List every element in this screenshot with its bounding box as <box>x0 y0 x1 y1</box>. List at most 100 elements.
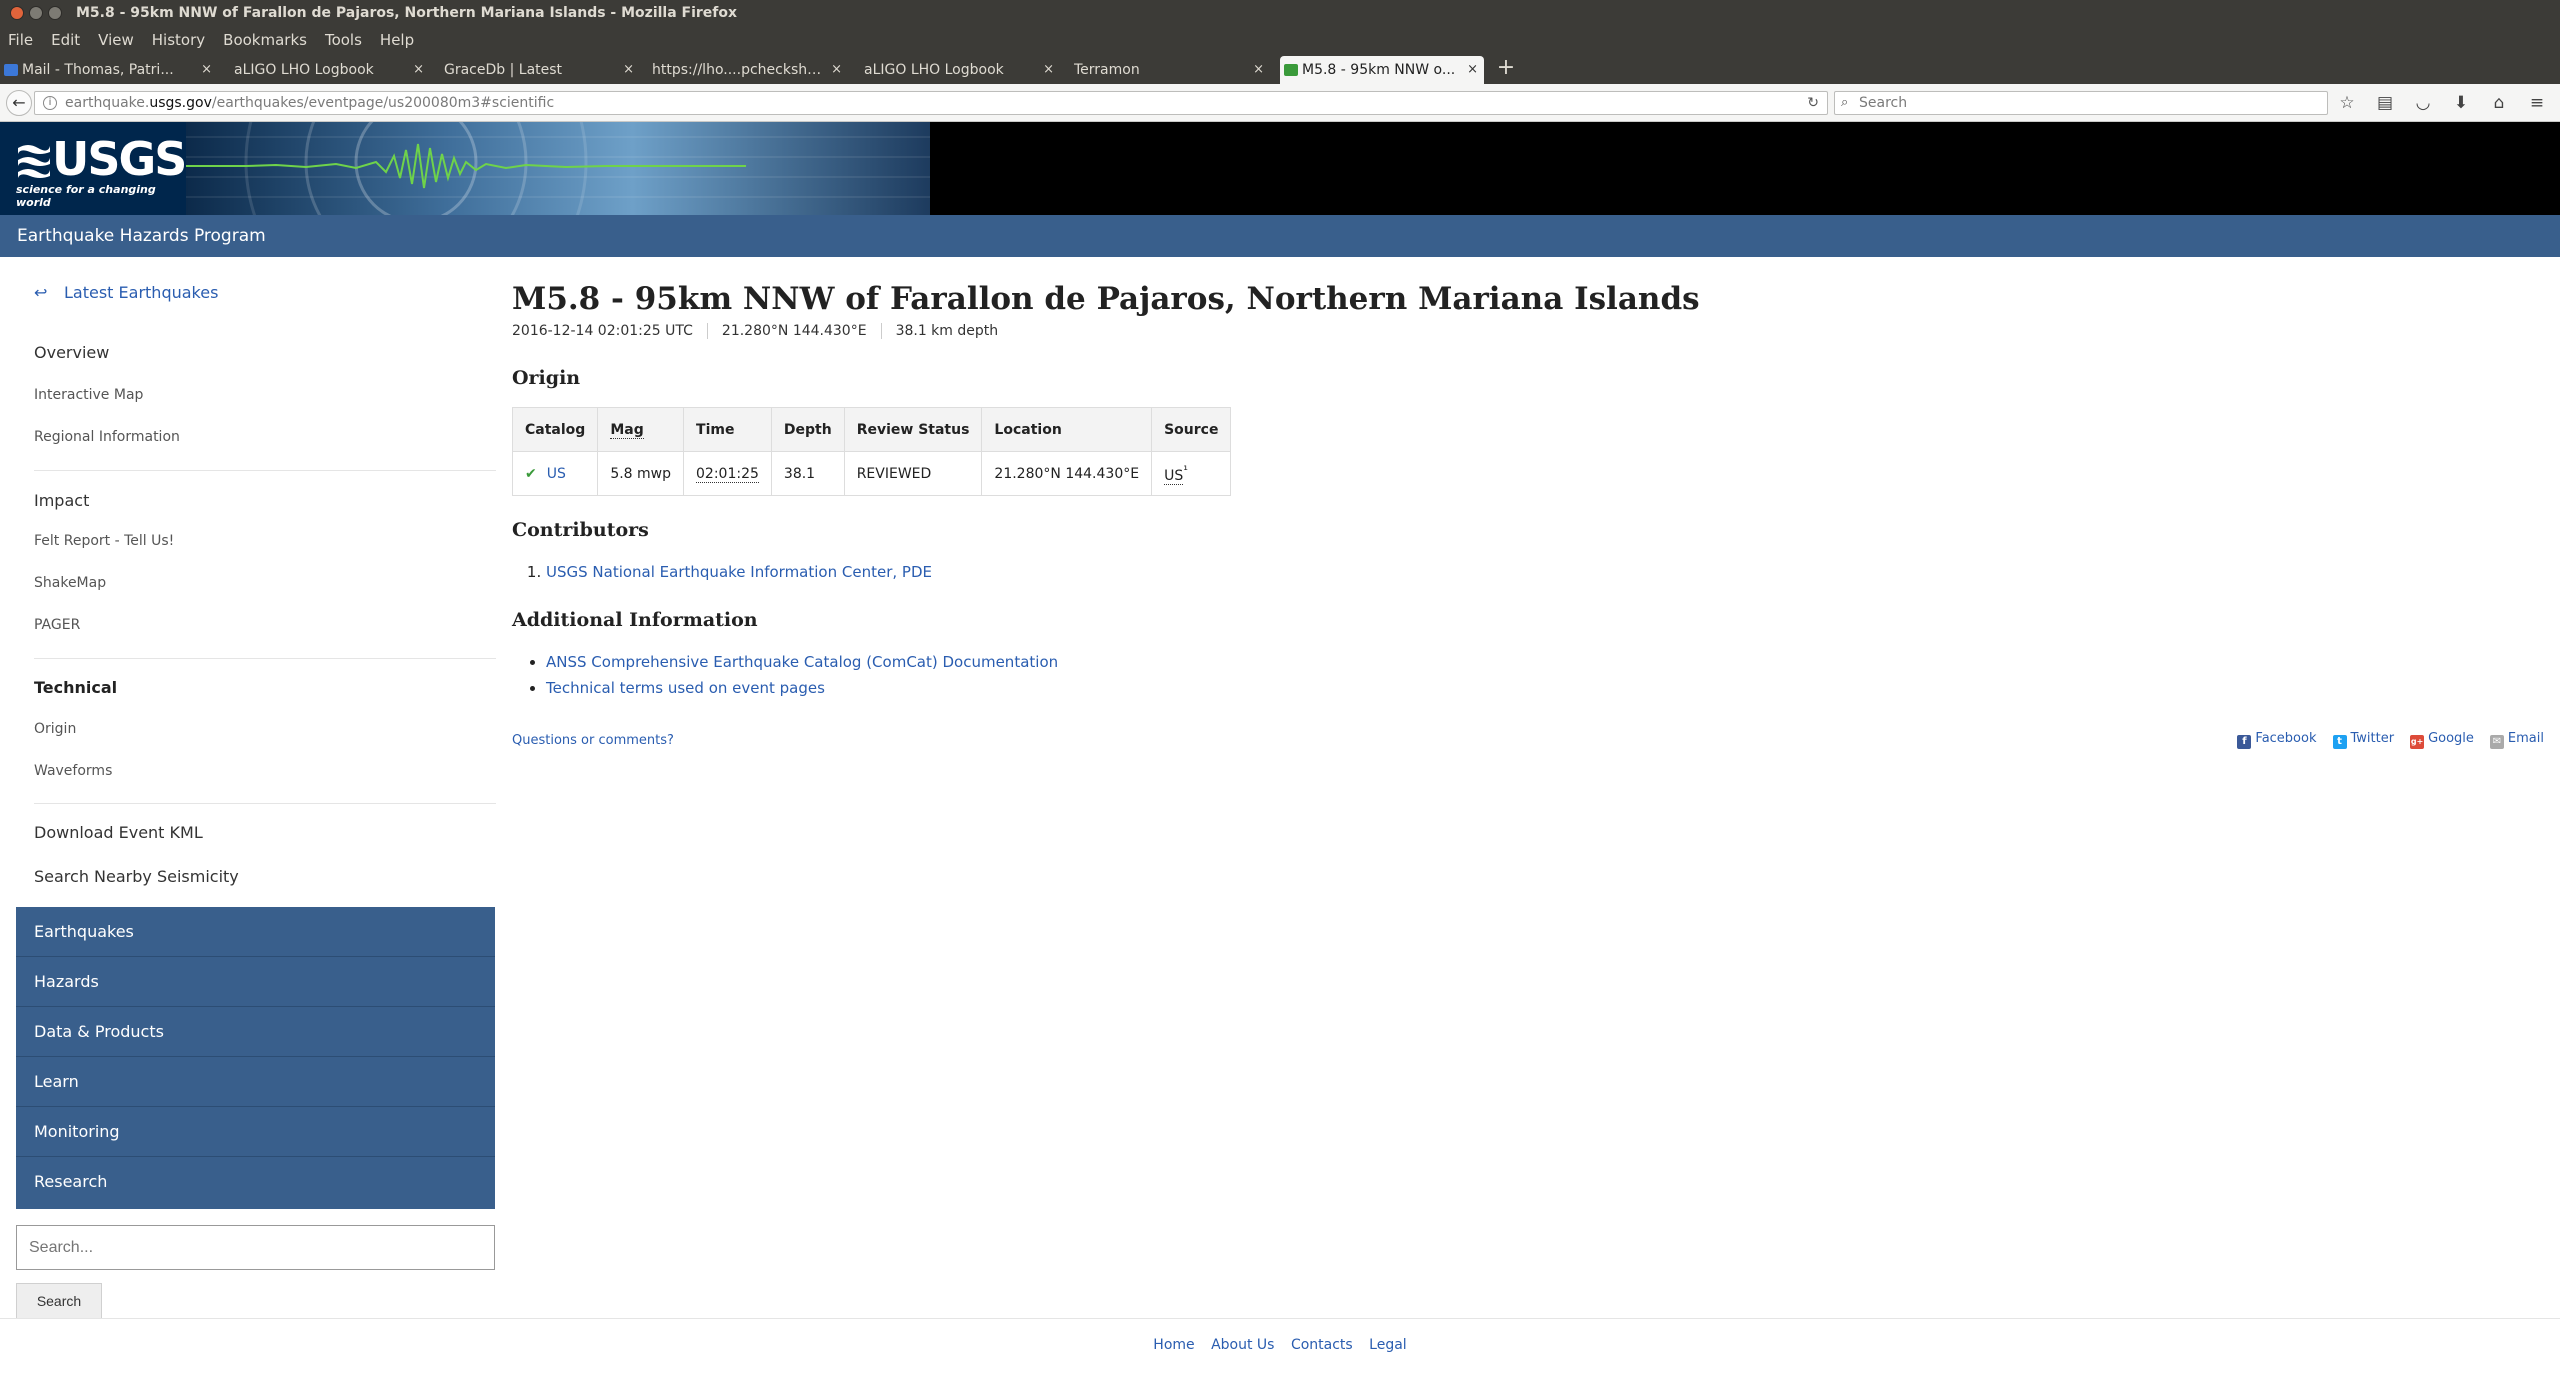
tab-gracedb[interactable]: GraceDb | Latest × <box>422 56 640 84</box>
info-icon[interactable]: i <box>43 96 57 110</box>
mail-icon <box>4 64 18 76</box>
questions-link[interactable]: Questions or comments? <box>512 733 674 748</box>
download-icon[interactable]: ⬇ <box>2450 92 2472 114</box>
event-datetime: 2016-12-14 02:01:25 UTC <box>512 323 708 339</box>
tab-alogo-logbook-2[interactable]: aLIGO LHO Logbook × <box>842 56 1060 84</box>
nav-waveforms[interactable]: Waveforms <box>34 763 112 779</box>
event-coords: 21.280°N 144.430°E <box>722 323 882 339</box>
reading-list-icon[interactable]: ▤ <box>2374 92 2396 114</box>
contributor-link[interactable]: USGS National Earthquake Information Cen… <box>546 563 932 581</box>
tab-alogo-logbook[interactable]: aLIGO LHO Logbook × <box>212 56 430 84</box>
browser-search-input[interactable]: ⌕ Search <box>1834 91 2328 115</box>
footer: Home About Us Contacts Legal <box>0 1318 2560 1392</box>
tab-close-icon[interactable]: × <box>201 56 212 84</box>
seismogram-banner <box>186 122 930 215</box>
tab-terramon[interactable]: Terramon × <box>1052 56 1270 84</box>
cell-location: 21.280°N 144.430°E <box>981 451 1153 496</box>
tab-usgs-event[interactable]: M5.8 - 95km NNW o... × <box>1280 56 1484 84</box>
nav-impact[interactable]: Impact <box>34 491 89 510</box>
technical-terms-link[interactable]: Technical terms used on event pages <box>546 679 825 697</box>
menu-edit[interactable]: Edit <box>51 31 80 49</box>
usgs-logo[interactable]: USGS science for a changing world <box>0 122 187 215</box>
nav-divider <box>34 470 496 471</box>
menu-bar: File Edit View History Bookmarks Tools H… <box>0 26 2560 54</box>
table-header-row: Catalog Mag Time Depth Review Status Loc… <box>511 407 1232 452</box>
footer-contacts-link[interactable]: Contacts <box>1291 1337 1353 1353</box>
google-link[interactable]: g+ Google <box>2410 731 2474 749</box>
new-tab-button[interactable]: + <box>1494 54 1518 84</box>
nav-download-kml[interactable]: Download Event KML <box>34 823 203 842</box>
twitter-icon: t <box>2332 735 2347 749</box>
nav-regional-information[interactable]: Regional Information <box>34 429 180 445</box>
additional-info-heading: Additional Information <box>512 609 758 631</box>
back-button[interactable]: ← <box>6 90 32 116</box>
home-icon[interactable]: ⌂ <box>2488 92 2510 114</box>
window-maximize-button[interactable] <box>48 6 62 20</box>
col-depth: Depth <box>770 407 845 452</box>
hamburger-menu-icon[interactable]: ≡ <box>2526 92 2548 114</box>
site-nav: Earthquakes Hazards Data & Products Lear… <box>16 907 495 1209</box>
twitter-link[interactable]: t Twitter <box>2332 731 2394 749</box>
search-icon: ⌕ <box>1841 95 1849 110</box>
tab-mail[interactable]: Mail - Thomas, Patri... × <box>0 56 218 84</box>
sitenav-learn[interactable]: Learn <box>16 1057 495 1107</box>
nav-felt-report[interactable]: Felt Report - Tell Us! <box>34 533 174 549</box>
tab-close-icon[interactable]: × <box>831 56 842 84</box>
site-search-input[interactable] <box>16 1225 495 1270</box>
program-bar[interactable]: Earthquake Hazards Program <box>0 215 2560 257</box>
tab-close-icon[interactable]: × <box>1467 56 1478 84</box>
tab-lho-checksheet[interactable]: https://lho....pchecksheet × <box>630 56 848 84</box>
footer-about-link[interactable]: About Us <box>1211 1337 1274 1353</box>
menu-history[interactable]: History <box>152 31 205 49</box>
tab-strip: Mail - Thomas, Patri... × aLIGO LHO Logb… <box>0 54 2560 84</box>
window-minimize-button[interactable] <box>29 6 43 20</box>
sitenav-earthquakes[interactable]: Earthquakes <box>16 907 495 957</box>
nav-pager[interactable]: PAGER <box>34 617 80 633</box>
page-title: M5.8 - 95km NNW of Farallon de Pajaros, … <box>512 281 1700 317</box>
nav-overview[interactable]: Overview <box>34 343 109 362</box>
reload-icon[interactable]: ↻ <box>1807 92 1819 114</box>
nav-shakemap[interactable]: ShakeMap <box>34 575 106 591</box>
back-arrow-icon: ↩ <box>34 283 48 302</box>
usgs-tagline: science for a changing world <box>16 183 156 209</box>
usgs-wave-icon <box>18 145 50 178</box>
contributors-heading: Contributors <box>512 519 649 541</box>
col-location: Location <box>981 407 1153 452</box>
nav-search-nearby[interactable]: Search Nearby Seismicity <box>34 867 239 886</box>
comcat-docs-link[interactable]: ANSS Comprehensive Earthquake Catalog (C… <box>546 653 1058 671</box>
window-close-button[interactable] <box>10 6 24 20</box>
nav-origin[interactable]: Origin <box>34 721 76 737</box>
email-link[interactable]: ✉ Email <box>2489 731 2544 749</box>
list-item: USGS National Earthquake Information Cen… <box>546 559 932 585</box>
nav-interactive-map[interactable]: Interactive Map <box>34 387 143 403</box>
nav-divider <box>34 803 496 804</box>
site-search-button[interactable]: Search <box>16 1283 102 1319</box>
sitenav-data-products[interactable]: Data & Products <box>16 1007 495 1057</box>
menu-help[interactable]: Help <box>380 31 414 49</box>
pocket-icon[interactable]: ◡ <box>2412 92 2434 114</box>
url-prefix: earthquake. <box>65 95 150 111</box>
nav-toolbar: ← i earthquake.usgs.gov/earthquakes/even… <box>0 84 2560 122</box>
url-bar[interactable]: i earthquake.usgs.gov/earthquakes/eventp… <box>34 91 1828 115</box>
menu-file[interactable]: File <box>8 31 33 49</box>
nav-technical[interactable]: Technical <box>34 678 117 697</box>
footer-home-link[interactable]: Home <box>1153 1337 1194 1353</box>
tab-close-icon[interactable]: × <box>1253 56 1264 84</box>
latest-earthquakes-link[interactable]: ↩ Latest Earthquakes <box>34 283 218 302</box>
sitenav-hazards[interactable]: Hazards <box>16 957 495 1007</box>
catalog-us-link[interactable]: US <box>547 466 566 482</box>
menu-view[interactable]: View <box>98 31 134 49</box>
sitenav-monitoring[interactable]: Monitoring <box>16 1107 495 1157</box>
footer-legal-link[interactable]: Legal <box>1369 1337 1407 1353</box>
menu-bookmarks[interactable]: Bookmarks <box>223 31 307 49</box>
cell-review-status: REVIEWED <box>843 451 983 496</box>
additional-info-list: ANSS Comprehensive Earthquake Catalog (C… <box>546 649 1058 701</box>
window-title-bar: M5.8 - 95km NNW of Farallon de Pajaros, … <box>0 0 2560 26</box>
event-depth: 38.1 km depth <box>895 323 999 339</box>
facebook-link[interactable]: f Facebook <box>2237 731 2317 749</box>
sitenav-research[interactable]: Research <box>16 1157 495 1207</box>
cell-source: US <box>1164 467 1184 485</box>
menu-tools[interactable]: Tools <box>325 31 362 49</box>
bookmark-star-icon[interactable]: ☆ <box>2336 92 2358 114</box>
site-header: USGS science for a changing world <box>0 122 2560 215</box>
